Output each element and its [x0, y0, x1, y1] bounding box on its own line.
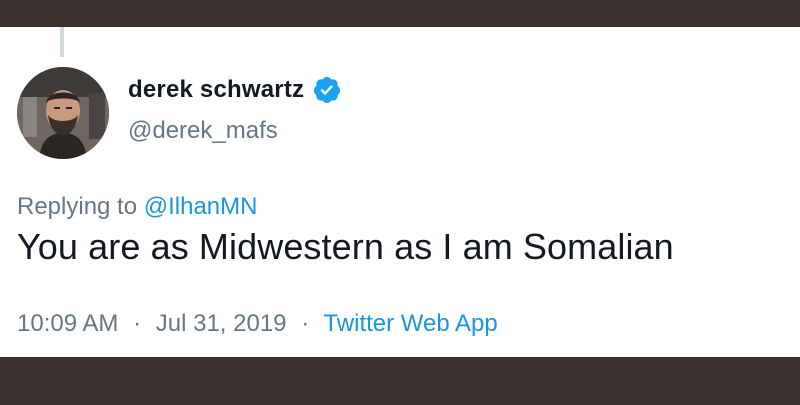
- tweet-source-link[interactable]: Twitter Web App: [323, 310, 497, 337]
- tweet-card: derek schwartz @derek_mafs Replying to @…: [0, 27, 800, 357]
- tweet-time[interactable]: 10:09 AM: [17, 310, 118, 337]
- metadata-separator: ·: [301, 310, 310, 337]
- avatar-photo-icon: [17, 67, 109, 159]
- verified-badge-icon: [312, 75, 342, 105]
- screenshot-frame: derek schwartz @derek_mafs Replying to @…: [0, 0, 800, 405]
- author-name-row[interactable]: derek schwartz: [128, 75, 342, 105]
- tweet-text: You are as Midwestern as I am Somalian: [17, 226, 674, 267]
- metadata-separator: ·: [133, 310, 142, 337]
- tweet-date[interactable]: Jul 31, 2019: [156, 310, 287, 337]
- replying-to-mention-link[interactable]: @IlhanMN: [144, 193, 258, 220]
- author-handle[interactable]: @derek_mafs: [128, 117, 278, 145]
- thread-connector-line: [60, 27, 64, 57]
- author-display-name[interactable]: derek schwartz: [128, 76, 304, 104]
- avatar[interactable]: [17, 67, 109, 159]
- tweet-metadata: 10:09 AM · Jul 31, 2019 · Twitter Web Ap…: [17, 310, 498, 338]
- replying-to-line: Replying to @IlhanMN: [17, 193, 257, 221]
- replying-to-prefix: Replying to: [17, 193, 138, 220]
